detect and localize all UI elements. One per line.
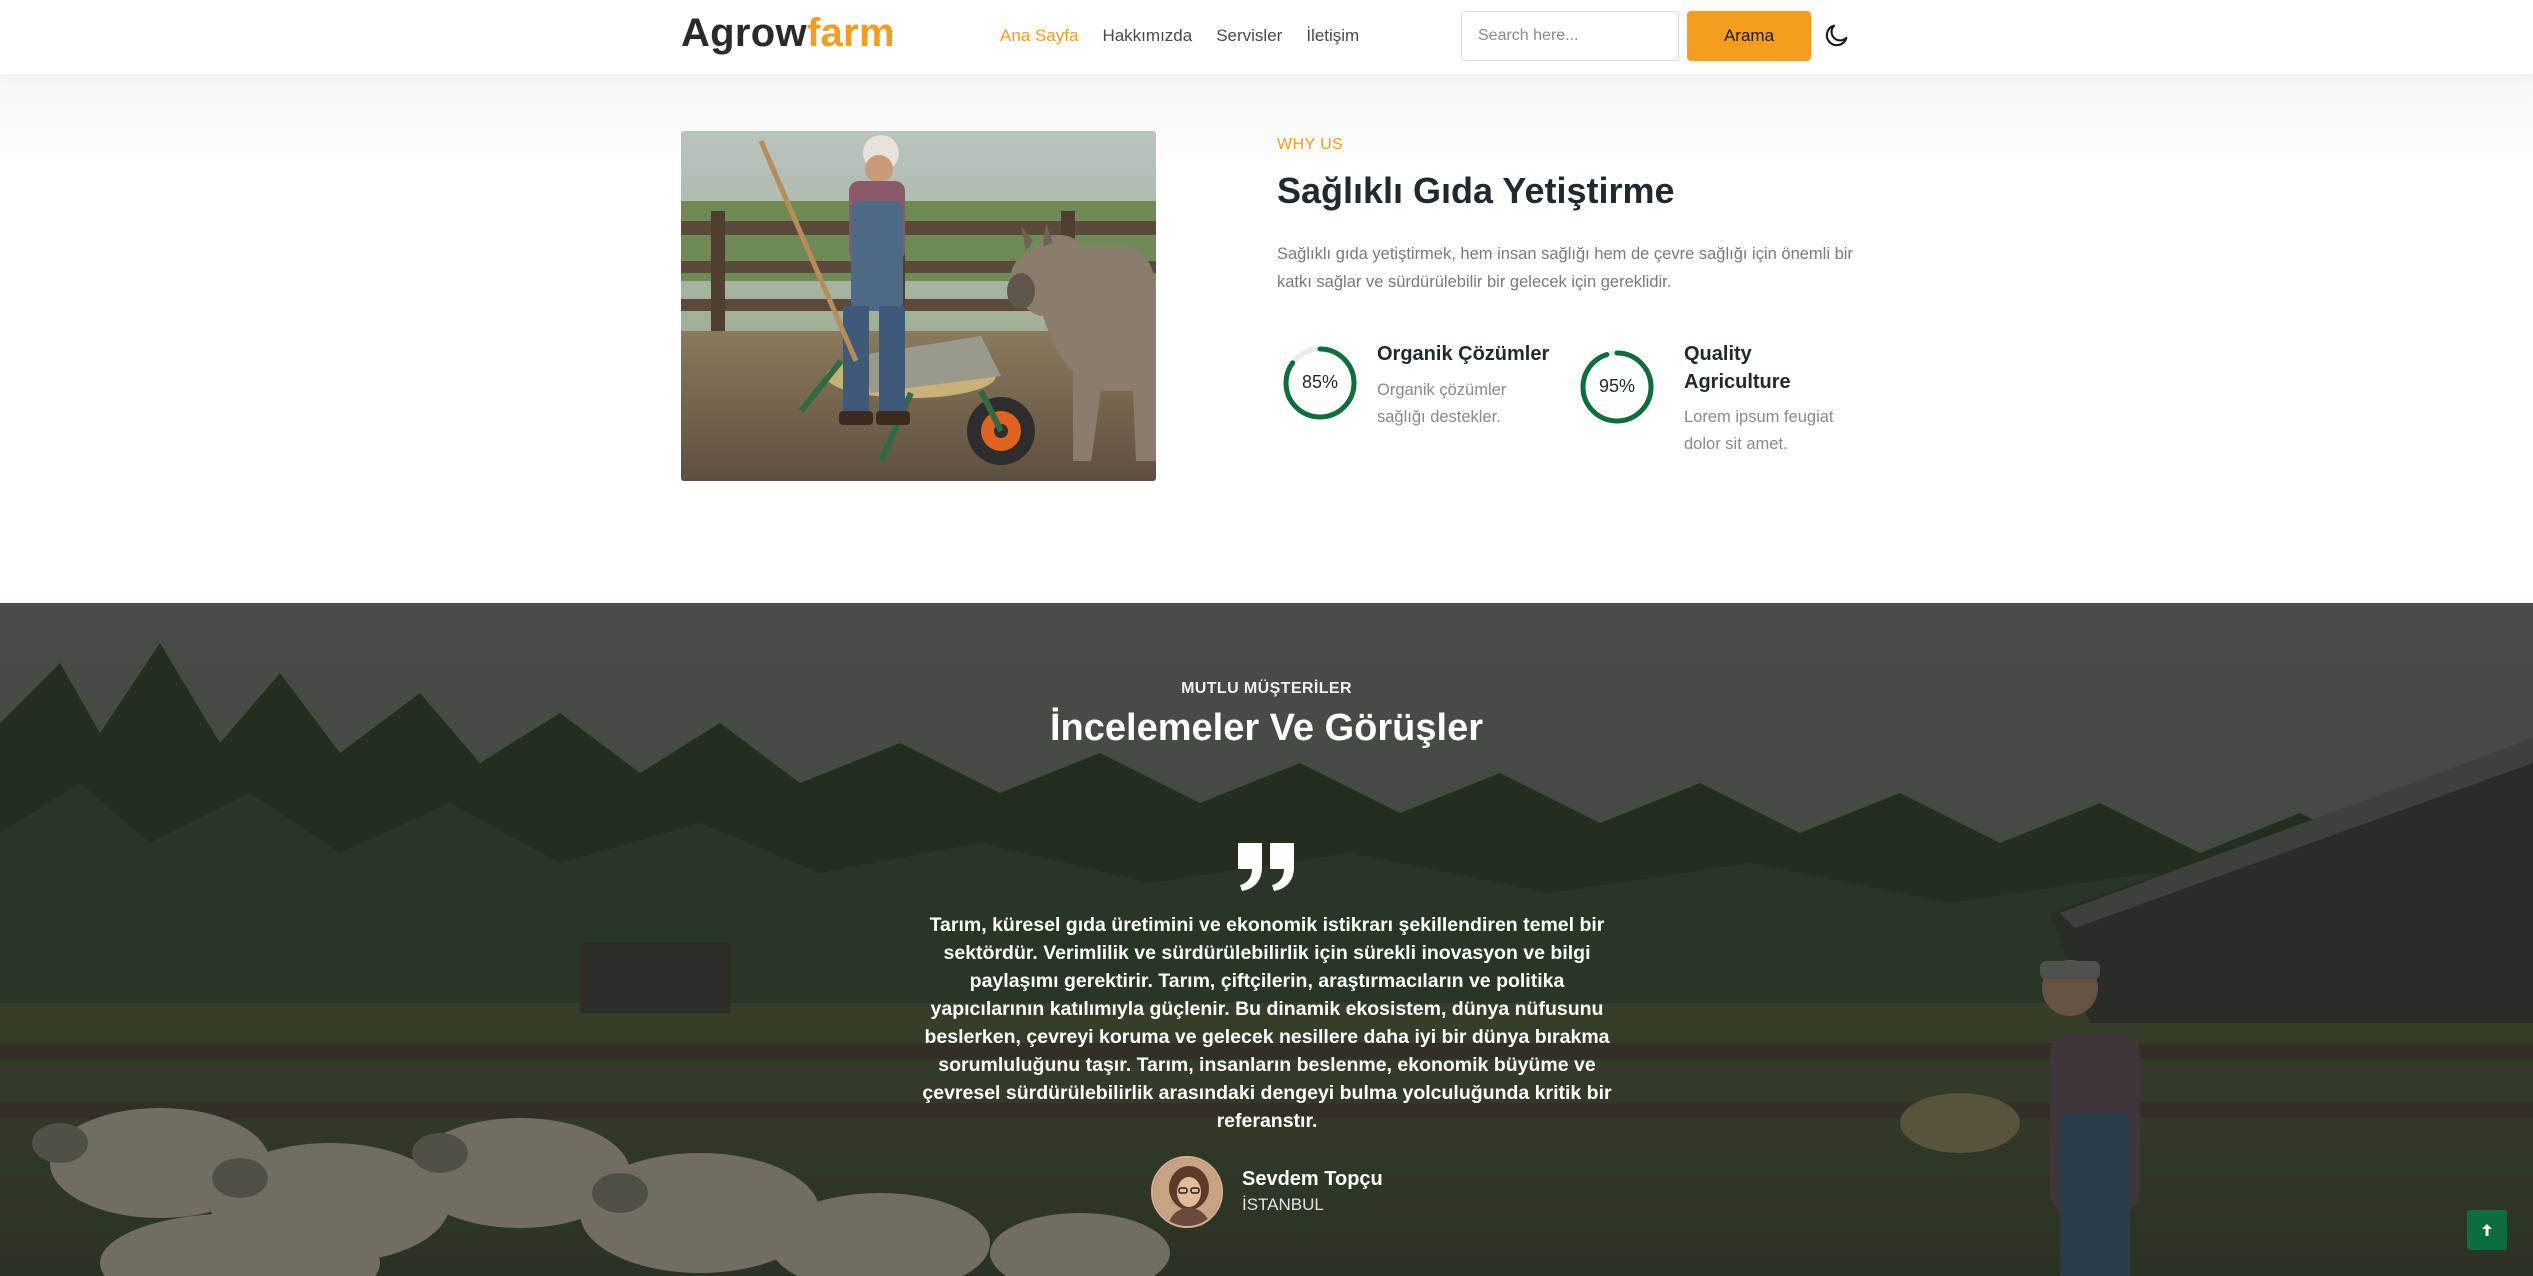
- nav-link-services[interactable]: Servisler: [1216, 26, 1282, 46]
- why-us-title: Sağlıklı Gıda Yetiştirme: [1277, 170, 1675, 211]
- search-input[interactable]: [1461, 11, 1679, 61]
- avatar: [1151, 1156, 1223, 1228]
- testimonial-author-city: İSTANBUL: [1242, 1195, 1324, 1214]
- brand-name-part1: Agrow: [681, 11, 807, 55]
- farmer-wheelbarrow-photo: [681, 131, 1156, 481]
- stat-description: Organik çözümler sağlığı destekler.: [1377, 381, 1507, 426]
- testimonial-quote: Tarım, küresel gıda üretimini ve ekonomi…: [922, 914, 1612, 1132]
- nav-link-home[interactable]: Ana Sayfa: [1000, 26, 1078, 46]
- search-button[interactable]: Arama: [1687, 11, 1811, 61]
- brand-name-part2: farm: [806, 11, 895, 55]
- testimonials-section: MUTLU MÜŞTERİLER İncelemeler Ve Görüşler…: [0, 603, 2533, 1276]
- stat-percent: 95%: [1598, 376, 1636, 396]
- moon-icon[interactable]: [1823, 21, 1851, 49]
- testimonial-author-name: Sevdem Topçu: [1242, 1168, 1383, 1190]
- stat-title: Quality Agriculture: [1684, 343, 1791, 393]
- stat-description: Lorem ipsum feugiat dolor sit amet.: [1684, 408, 1834, 453]
- stat-title: Organik Çözümler: [1377, 343, 1550, 365]
- site-header: Agrowfarm Ana Sayfa Hakkımızda Servisler…: [0, 0, 2533, 74]
- quote-icon: [1238, 843, 1294, 891]
- arrow-up-icon: [2482, 1224, 2492, 1236]
- why-us-description: Sağlıklı gıda yetiştirmek, hem insan sağ…: [1277, 245, 1853, 291]
- testimonials-eyebrow: MUTLU MÜŞTERİLER: [1181, 680, 1352, 697]
- brand-logo[interactable]: Agrowfarm: [681, 11, 895, 56]
- main-nav: Ana Sayfa Hakkımızda Servisler İletişim: [1000, 26, 1359, 46]
- scroll-to-top-button[interactable]: [2467, 1210, 2507, 1250]
- stat-percent: 85%: [1301, 372, 1339, 392]
- testimonials-title: İncelemeler Ve Görüşler: [1049, 707, 1483, 749]
- nav-link-about[interactable]: Hakkımızda: [1102, 26, 1192, 46]
- nav-link-contact[interactable]: İletişim: [1306, 26, 1359, 46]
- why-us-section: [0, 74, 2533, 604]
- why-us-eyebrow: WHY US: [1277, 136, 1344, 153]
